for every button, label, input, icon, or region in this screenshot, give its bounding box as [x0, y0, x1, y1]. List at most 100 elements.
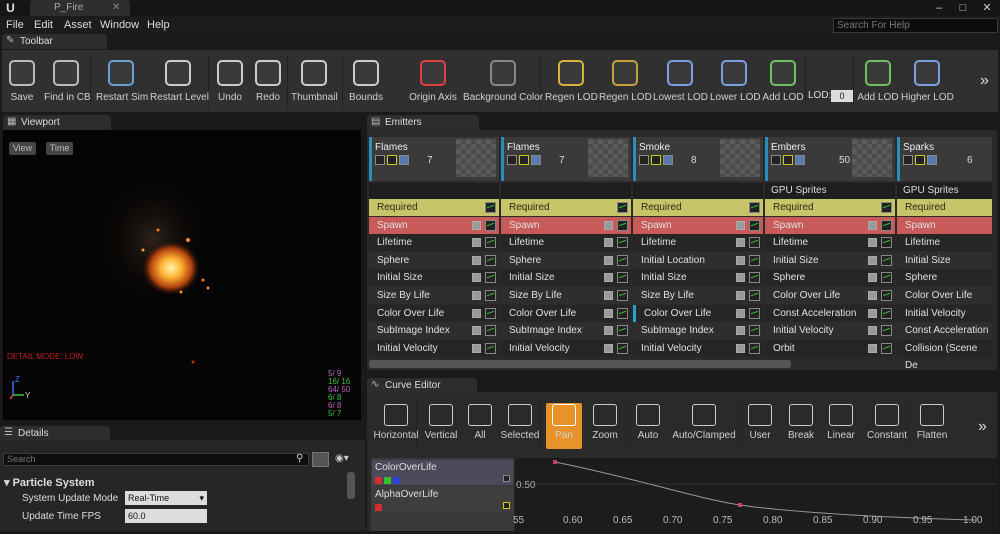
menu-asset[interactable]: Asset	[64, 16, 92, 34]
emitter-module[interactable]: Initial Size	[501, 269, 631, 287]
module-enable-checkbox[interactable]	[472, 255, 481, 265]
background-color-button[interactable]: Background Color	[463, 60, 543, 106]
curve-track[interactable]: ColorOverLife	[372, 460, 513, 485]
emitter-module[interactable]: Spawn	[369, 216, 499, 234]
curve-icon[interactable]	[485, 342, 496, 354]
break-button[interactable]: Break	[786, 404, 816, 448]
close-tab-icon[interactable]: ✕	[112, 0, 120, 16]
emitter-module[interactable]: Spawn	[897, 216, 992, 234]
emitter-module[interactable]: SubImage Index	[369, 322, 499, 340]
curve-icon[interactable]	[749, 272, 760, 284]
module-enable-checkbox[interactable]	[736, 308, 745, 318]
emitter-module[interactable]: Required	[897, 199, 992, 216]
curve-icon[interactable]	[617, 307, 628, 319]
emitter-module[interactable]: Spawn	[501, 216, 631, 234]
auto-button[interactable]: Auto	[632, 404, 664, 448]
lower-lod-button[interactable]: Lower LOD	[710, 60, 761, 106]
curve-icon[interactable]	[617, 272, 628, 284]
user-button[interactable]: User	[744, 404, 776, 448]
curve-icon[interactable]	[881, 219, 892, 231]
restart-sim-button[interactable]: Restart Sim	[96, 60, 148, 106]
emitter-enable-checkbox[interactable]	[903, 155, 913, 165]
emitter-module[interactable]: Initial Velocity	[369, 339, 499, 357]
restart-level-button[interactable]: Restart Level	[150, 60, 209, 106]
emitter-module[interactable]: Initial Velocity	[765, 322, 895, 340]
curve-icon[interactable]	[749, 219, 760, 231]
lod-value-input[interactable]: 0	[831, 90, 853, 102]
module-enable-checkbox[interactable]	[736, 238, 745, 248]
curve-icon[interactable]	[749, 307, 760, 319]
details-search-input[interactable]: Search	[3, 453, 309, 466]
curve-icon[interactable]	[617, 237, 628, 249]
curve-icon[interactable]	[881, 254, 892, 266]
emitter-module[interactable]: Size By Life	[633, 287, 763, 304]
emitter-module[interactable]: Orbit	[765, 339, 895, 357]
module-enable-checkbox[interactable]	[604, 255, 613, 265]
curve-icon[interactable]	[485, 325, 496, 337]
curve-icon[interactable]	[881, 290, 892, 301]
emitter-module[interactable]: Required	[765, 199, 895, 216]
vertical-button[interactable]: Vertical	[423, 404, 459, 448]
module-enable-checkbox[interactable]	[868, 291, 877, 300]
flatten-button[interactable]: Flatten	[914, 404, 950, 448]
menu-window[interactable]: Window	[100, 16, 139, 34]
emitter-module[interactable]: Lifetime	[897, 234, 992, 252]
details-section-particle-system[interactable]: ▾ Particle System	[4, 476, 95, 489]
track-visibility-toggle[interactable]	[503, 502, 510, 509]
emitter-module[interactable]: Lifetime	[369, 234, 499, 252]
all-button[interactable]: All	[465, 404, 495, 448]
channel-toggle[interactable]	[384, 477, 391, 484]
toolbar-overflow-icon[interactable]: »	[980, 72, 989, 90]
maximize-icon[interactable]: □	[952, 1, 974, 15]
emitter-enable-checkbox[interactable]	[375, 155, 385, 165]
emitter-module[interactable]: Sphere	[501, 251, 631, 269]
module-enable-checkbox[interactable]	[736, 343, 745, 353]
emitter-module[interactable]: Color Over Life	[765, 287, 895, 304]
menu-help[interactable]: Help	[147, 16, 170, 34]
module-enable-checkbox[interactable]	[868, 326, 877, 336]
emitter-s-icon[interactable]	[663, 155, 673, 165]
module-enable-checkbox[interactable]	[604, 308, 613, 318]
grid-view-icon[interactable]	[312, 452, 329, 467]
curve-icon[interactable]	[749, 202, 760, 213]
emitter-module[interactable]: Required	[633, 199, 763, 216]
module-enable-checkbox[interactable]	[472, 326, 481, 336]
linear-button[interactable]: Linear	[824, 404, 858, 448]
channel-toggle[interactable]	[375, 504, 382, 511]
emitter-module[interactable]: SubImage Index	[501, 322, 631, 340]
module-enable-checkbox[interactable]	[604, 273, 613, 283]
tab-details[interactable]: ☰ Details	[0, 426, 110, 441]
module-enable-checkbox[interactable]	[736, 220, 745, 230]
tab-curve-editor[interactable]: ∿ Curve Editor	[367, 378, 477, 393]
emitter-solo-checkbox[interactable]	[519, 155, 529, 165]
curve-icon[interactable]	[617, 254, 628, 266]
emitter-header[interactable]: Embers 50	[765, 137, 895, 181]
curve-icon[interactable]	[617, 219, 628, 231]
emitter-header[interactable]: Sparks 6	[897, 137, 992, 181]
tab-emitters[interactable]: ▤ Emitters	[367, 115, 479, 130]
lowest-lod-button[interactable]: Lowest LOD	[653, 60, 708, 106]
curve-icon[interactable]	[617, 202, 628, 213]
module-enable-checkbox[interactable]	[472, 238, 481, 248]
track-visibility-toggle[interactable]	[503, 475, 510, 482]
emitter-solo-checkbox[interactable]	[387, 155, 397, 165]
emitter-solo-checkbox[interactable]	[651, 155, 661, 165]
emitter-header[interactable]: Flames 7	[369, 137, 499, 181]
higher-lod-button[interactable]: Higher LOD	[901, 60, 954, 106]
curve-icon[interactable]	[485, 272, 496, 284]
emitter-module[interactable]: Initial Location	[633, 251, 763, 269]
module-enable-checkbox[interactable]	[868, 238, 877, 248]
emitter-module[interactable]: Lifetime	[633, 234, 763, 252]
emitter-module[interactable]: Spawn	[765, 216, 895, 234]
minimize-icon[interactable]: –	[928, 1, 950, 15]
undo-button[interactable]: Undo	[214, 60, 246, 106]
update-time-fps-input[interactable]: 60.0	[125, 509, 207, 523]
emitter-module[interactable]: Color Over Life	[369, 304, 499, 322]
find-in-cb-button[interactable]: Find in CB	[44, 60, 91, 106]
channel-toggle[interactable]	[393, 477, 400, 484]
curve-icon[interactable]	[749, 237, 760, 249]
module-enable-checkbox[interactable]	[472, 291, 481, 300]
selected-button[interactable]: Selected	[500, 404, 540, 448]
emitter-module[interactable]: Required	[369, 199, 499, 216]
eye-icon[interactable]: ◉▾	[335, 453, 349, 464]
